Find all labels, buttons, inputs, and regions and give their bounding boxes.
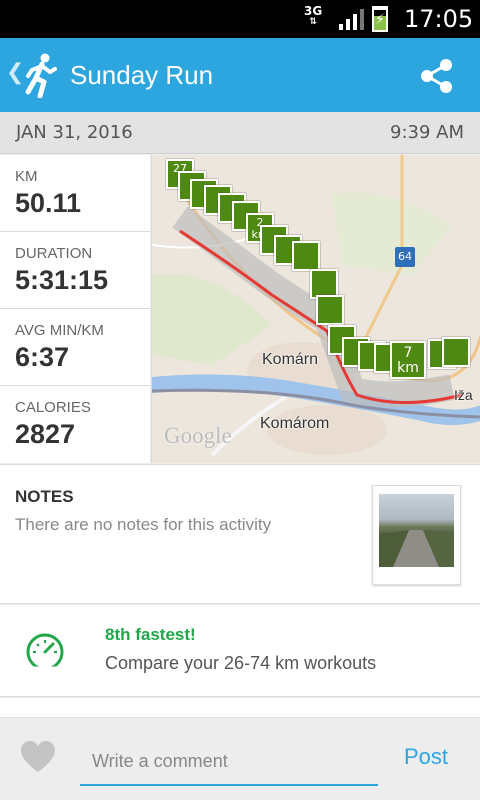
battery-icon: ⚡ <box>372 6 388 32</box>
km-marker[interactable] <box>316 295 344 325</box>
stat-calories: CALORIES 2827 <box>0 386 150 463</box>
clock: 17:05 <box>404 5 474 33</box>
stat-value: 5:31:15 <box>15 265 109 295</box>
km-marker[interactable]: 7 km <box>390 341 426 379</box>
heart-icon[interactable] <box>20 740 56 774</box>
notes-text: There are no notes for this activity <box>15 515 272 534</box>
km-marker[interactable] <box>442 337 470 367</box>
status-bar: 3G ⇅ ⚡ 17:05 <box>0 0 480 38</box>
road-number-badge: 64 <box>395 247 415 267</box>
speedometer-icon <box>26 633 64 672</box>
map-label-town: Komárn <box>262 351 319 368</box>
achievement-subtitle: Compare your 26-74 km workouts <box>105 653 377 673</box>
app-bar: ❮ Sunday Run <box>0 38 480 112</box>
stat-distance: KM 50.11 <box>0 155 150 232</box>
achievement-row[interactable]: 8th fastest! Compare your 26-74 km worko… <box>0 605 480 697</box>
stat-label: DURATION <box>15 245 93 262</box>
activity-date: JAN 31, 2016 <box>16 122 133 143</box>
data-arrows-icon: ⇅ <box>309 17 317 27</box>
photo-thumbnail <box>379 494 454 567</box>
map-label-town: Iža <box>454 387 473 403</box>
route-map[interactable]: Komárn Komárom Iža 64 Google 27 2 km 7 k… <box>151 155 480 463</box>
stats-panel: KM 50.11 DURATION 5:31:15 AVG MIN/KM 6:3… <box>0 155 150 463</box>
google-logo: Google <box>164 423 232 448</box>
activity-time: 9:39 AM <box>390 122 464 143</box>
stat-value: 6:37 <box>15 342 70 372</box>
stat-label: CALORIES <box>15 399 91 416</box>
comment-input[interactable] <box>80 738 378 786</box>
activity-photo[interactable] <box>372 485 461 585</box>
km-marker[interactable] <box>292 241 320 271</box>
post-button[interactable]: Post <box>404 744 448 770</box>
network-indicator: 3G ⇅ <box>304 4 323 27</box>
stat-value: 2827 <box>15 419 76 449</box>
achievement-title: 8th fastest! <box>105 625 196 644</box>
stat-avg-pace: AVG MIN/KM 6:37 <box>0 309 150 386</box>
notes-title: NOTES <box>15 487 74 506</box>
divider <box>0 698 480 718</box>
page-title: Sunday Run <box>70 60 214 90</box>
signal-icon <box>339 9 364 30</box>
runner-icon[interactable] <box>22 52 58 98</box>
stat-label: KM <box>15 168 38 185</box>
share-icon[interactable] <box>416 56 456 96</box>
notes-section: NOTES There are no notes for this activi… <box>0 464 480 604</box>
comment-bar: Post <box>0 718 480 800</box>
stat-duration: DURATION 5:31:15 <box>0 232 150 309</box>
map-label-town: Komárom <box>260 415 330 432</box>
date-bar: JAN 31, 2016 9:39 AM <box>0 112 480 154</box>
stat-label: AVG MIN/KM <box>15 322 104 339</box>
stat-value: 50.11 <box>15 188 82 218</box>
